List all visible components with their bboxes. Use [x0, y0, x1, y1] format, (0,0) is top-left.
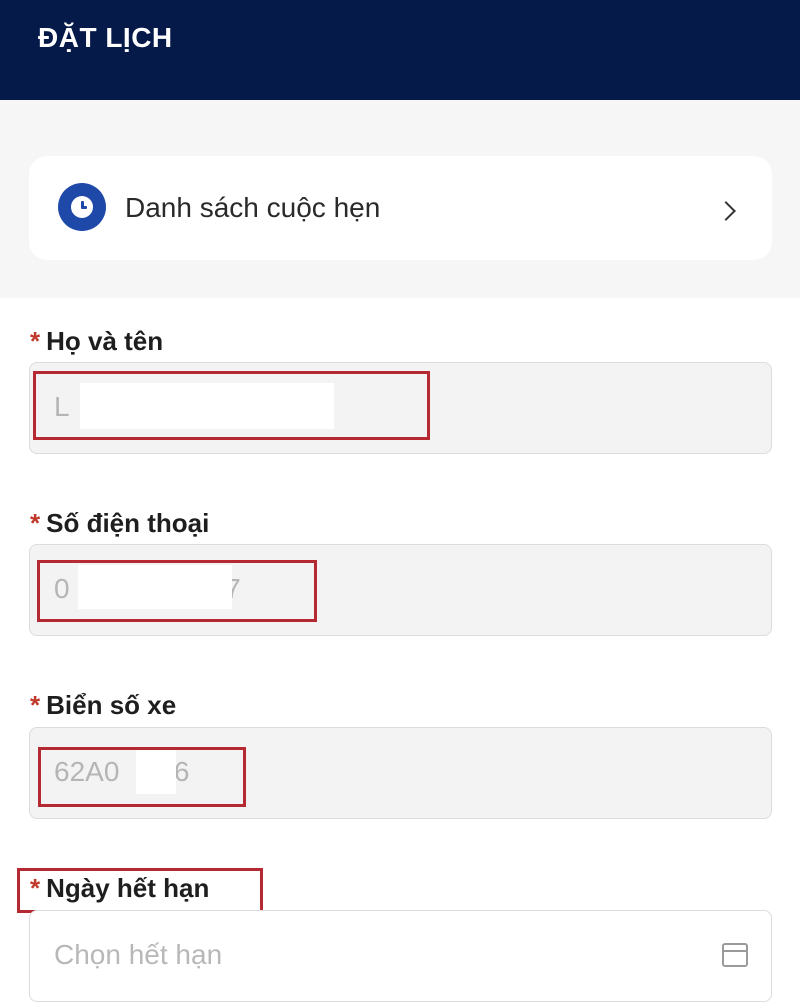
highlight-box: [37, 560, 317, 622]
calendar-icon[interactable]: [722, 943, 748, 967]
appointment-list-label: Danh sách cuộc hẹn: [125, 192, 381, 223]
highlight-box: [33, 371, 430, 440]
required-mark: *: [30, 690, 41, 720]
expiry-date-input[interactable]: [54, 939, 714, 971]
phone-label-text: Số điện thoại: [46, 508, 210, 538]
plate-label-text: Biển số xe: [46, 690, 177, 720]
clock-icon: [58, 183, 106, 231]
phone-label: * Số điện thoại: [30, 508, 209, 539]
required-mark: *: [30, 508, 41, 538]
page-title: ĐẶT LỊCH: [38, 22, 173, 53]
clock-face: [71, 196, 93, 218]
highlight-box: [17, 868, 263, 913]
clock-hand: [81, 206, 87, 209]
required-mark: *: [30, 326, 41, 356]
highlight-box: [38, 747, 246, 807]
full-name-label-text: Họ và tên: [46, 326, 164, 356]
full-name-label: * Họ và tên: [30, 326, 163, 357]
app-header: ĐẶT LỊCH: [0, 0, 800, 100]
expiry-field[interactable]: [29, 910, 772, 1002]
plate-label: * Biển số xe: [30, 690, 176, 721]
